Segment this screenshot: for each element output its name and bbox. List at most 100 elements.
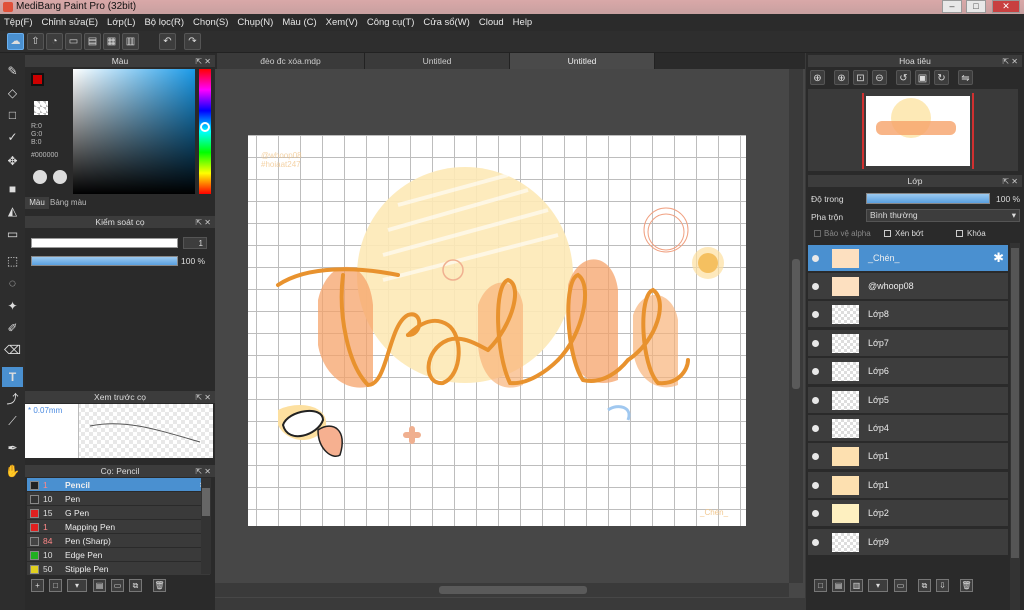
flip-icon[interactable]: ⇋ (958, 70, 973, 85)
magic-wand-tool-icon[interactable]: ✦ (2, 296, 23, 316)
panel-controls-icon[interactable]: ⇱ ✕ (1002, 175, 1018, 188)
layers-scrollbar[interactable] (1010, 243, 1020, 610)
zoom-in-icon[interactable]: ⊕ (810, 70, 825, 85)
menu-tools[interactable]: Công cụ(T) (367, 17, 415, 28)
brush-list-scrollbar[interactable] (201, 478, 211, 574)
visibility-eye-icon[interactable] (812, 340, 819, 347)
layer-opacity-slider[interactable] (866, 193, 990, 204)
select-tool-icon[interactable]: ⬚ (2, 251, 23, 271)
layer-row[interactable]: Lớp1 (808, 472, 1008, 499)
navigator-view[interactable] (808, 89, 1018, 171)
visibility-eye-icon[interactable] (812, 255, 819, 262)
settings-gear-icon[interactable]: ✱ (993, 250, 1004, 266)
menu-edit[interactable]: Chỉnh sửa(E) (42, 17, 99, 28)
visibility-eye-icon[interactable] (812, 283, 819, 290)
color-sv-square[interactable] (73, 69, 195, 194)
menu-filter[interactable]: Bộ lọc(R) (144, 17, 184, 28)
color-wheel-icon[interactable] (33, 170, 47, 184)
divide-tool-icon[interactable]: ⟋ (2, 411, 23, 431)
layer-row[interactable]: Lớp1 (808, 443, 1008, 470)
menu-view[interactable]: Xem(V) (326, 17, 358, 28)
panel-controls-icon[interactable]: ⇱ ✕ (195, 465, 211, 478)
horizontal-scrollbar[interactable] (215, 583, 789, 597)
fill-rect-tool-icon[interactable]: ■ (2, 179, 23, 199)
brush-props-icon[interactable]: ▤ (93, 579, 106, 592)
rotate-right-icon[interactable]: ↻ (934, 70, 949, 85)
layer-row[interactable]: @whoop08 (808, 273, 1008, 300)
new-halftone-layer-icon[interactable]: ▤ (832, 579, 845, 592)
visibility-eye-icon[interactable] (812, 482, 819, 489)
menu-help[interactable]: Help (513, 17, 533, 28)
lock-checkbox[interactable] (956, 230, 963, 237)
rect-tool-icon[interactable]: □ (2, 105, 23, 125)
eraser-tool-icon[interactable]: ◇ (2, 83, 23, 103)
brush-item[interactable]: 1Pencil ✱ (27, 478, 210, 492)
minimize-button[interactable]: – (942, 0, 962, 13)
panel-controls-icon[interactable]: ⇱ ✕ (195, 216, 211, 229)
color-picker-icon[interactable] (53, 170, 67, 184)
new-mono-layer-icon[interactable]: ▥ (850, 579, 863, 592)
panel-icon[interactable]: ▥ (122, 33, 139, 50)
brush-options-icon[interactable]: ▾ (67, 579, 87, 592)
layer-row[interactable]: Lớp4 (808, 415, 1008, 442)
delete-layer-icon[interactable]: 🗑 (960, 579, 973, 592)
menu-color[interactable]: Màu (C) (282, 17, 316, 28)
layer-row[interactable]: Lớp8 (808, 301, 1008, 328)
operation-tool-icon[interactable]: ⤴ (2, 389, 23, 409)
tab-document-1[interactable]: đèo đc xóa.mdp (217, 53, 365, 69)
layer-row[interactable]: Lớp5 (808, 387, 1008, 414)
hand-tool-icon[interactable]: ✋ (2, 461, 23, 481)
menu-cloud[interactable]: Cloud (479, 17, 504, 28)
duplicate-icon[interactable]: ⧉ (129, 579, 142, 592)
brush-tool-icon[interactable]: ✎ (2, 61, 23, 81)
brush-size-slider[interactable] (31, 238, 178, 248)
cloud-icon[interactable]: ☁ (7, 33, 24, 50)
select-pen-tool-icon[interactable]: ✐ (2, 318, 23, 338)
brush-item[interactable]: 50 Stipple Pen (27, 562, 210, 576)
document-icon[interactable]: ▤ (84, 33, 101, 50)
redo-icon[interactable]: ↷ (184, 33, 201, 50)
eyedropper-tool-icon[interactable]: ✒ (2, 438, 23, 458)
add-layer-options-icon[interactable]: ▾ (868, 579, 888, 592)
tab-palette[interactable]: Bảng màu (50, 197, 90, 209)
layer-row[interactable]: Lớp7 (808, 330, 1008, 357)
transparent-color-swatch[interactable] (34, 101, 48, 115)
duplicate-layer-icon[interactable]: ⧉ (918, 579, 931, 592)
visibility-eye-icon[interactable] (812, 510, 819, 517)
brush-item[interactable]: 15 G Pen (27, 506, 210, 520)
brush-item[interactable]: 10 Edge Pen (27, 548, 210, 562)
zoom-out-icon[interactable]: ⊖ (872, 70, 887, 85)
layer-row[interactable]: Lớp6 (808, 358, 1008, 385)
actual-size-icon[interactable]: ▣ (915, 70, 930, 85)
fit-icon[interactable]: ⊡ (853, 70, 868, 85)
move-tool-icon[interactable]: ✥ (2, 151, 23, 171)
check-tool-icon[interactable]: ✓ (2, 127, 23, 147)
bucket-tool-icon[interactable]: ◭ (2, 201, 23, 221)
zoom-plus-icon[interactable]: ⊕ (834, 70, 849, 85)
menu-capture[interactable]: Chụp(N) (237, 17, 273, 28)
menu-file[interactable]: Tệp(F) (4, 17, 33, 28)
tab-document-2[interactable]: Untitled (365, 53, 510, 69)
rotate-left-icon[interactable]: ↺ (896, 70, 911, 85)
visibility-eye-icon[interactable] (812, 397, 819, 404)
brush-item[interactable]: 1 Mapping Pen (27, 520, 210, 534)
drawing-canvas[interactable]: @whoop08 #hoiaat247 _Chén_ (248, 135, 746, 526)
hue-slider[interactable] (199, 69, 211, 194)
menu-select[interactable]: Chọn(S) (193, 17, 228, 28)
foreground-color-swatch[interactable] (31, 73, 44, 86)
close-button[interactable]: ✕ (992, 0, 1020, 13)
grid-icon[interactable]: ▦ (103, 33, 120, 50)
panel-controls-icon[interactable]: ⇱ ✕ (1002, 55, 1018, 68)
visibility-eye-icon[interactable] (812, 425, 819, 432)
tab-document-3[interactable]: Untitled (510, 53, 655, 69)
undo-icon[interactable]: ↶ (159, 33, 176, 50)
upload-icon[interactable]: ⇧ (27, 33, 44, 50)
chat-icon[interactable]: ▭ (65, 33, 82, 50)
layer-row[interactable]: Lớp2 (808, 500, 1008, 527)
visibility-eye-icon[interactable] (812, 368, 819, 375)
layer-row[interactable]: _Chén_ ✱ (808, 245, 1008, 272)
select-eraser-tool-icon[interactable]: ⌫ (2, 340, 23, 360)
lasso-tool-icon[interactable]: ◌ (2, 273, 23, 293)
layer-row[interactable]: Lớp9 (808, 529, 1008, 556)
add-brush-icon[interactable]: + (31, 579, 44, 592)
